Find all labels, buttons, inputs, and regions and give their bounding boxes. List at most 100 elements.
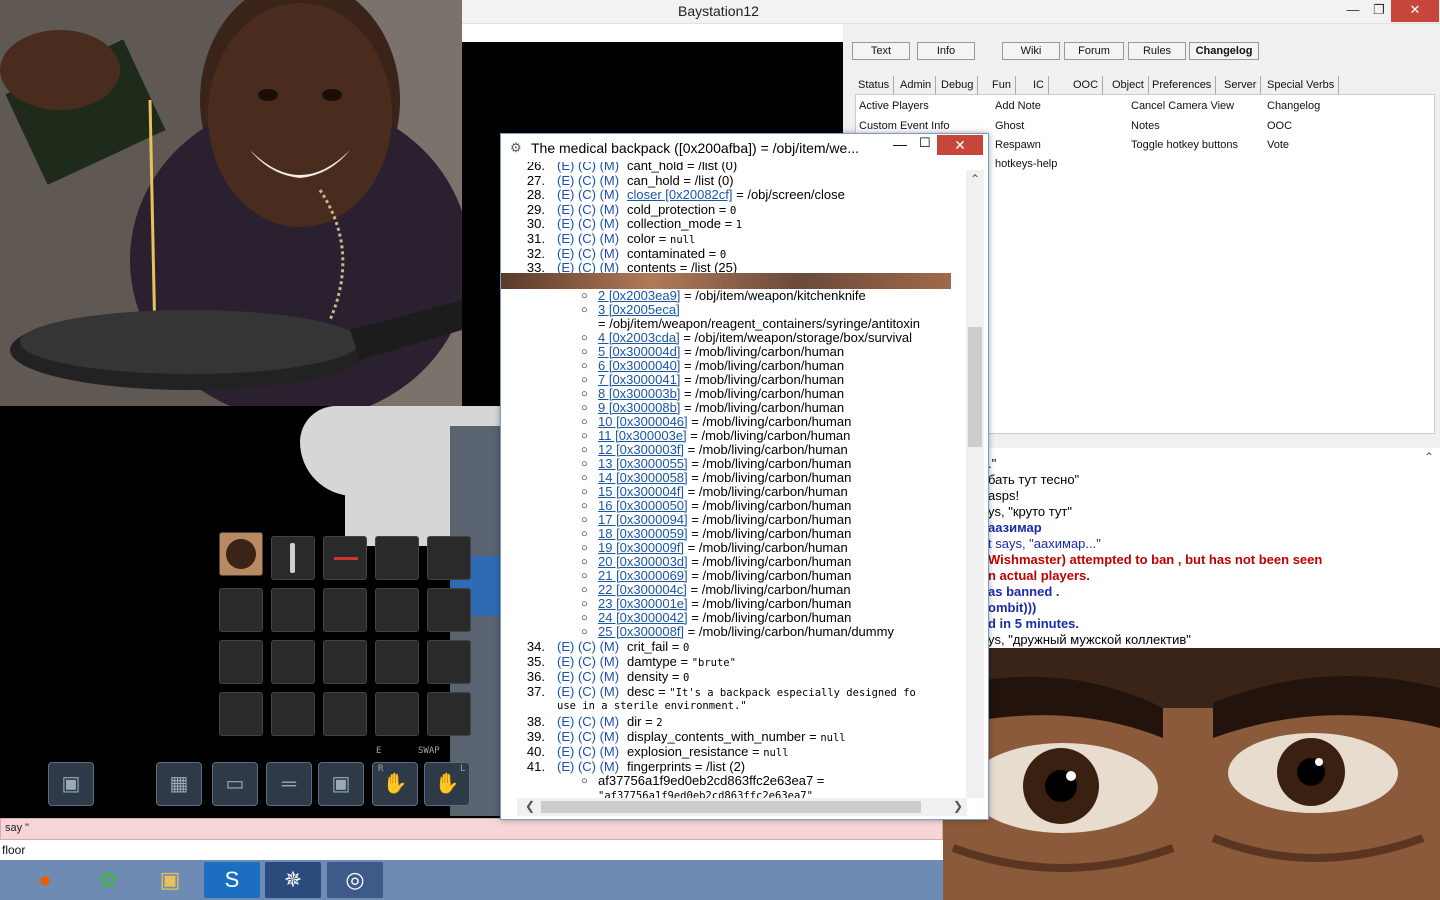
- vv-ref-link[interactable]: 16 [0x3000050]: [598, 498, 688, 513]
- verb-tab-server[interactable]: Server: [1220, 76, 1262, 94]
- verb-ghost[interactable]: Ghost: [995, 120, 1024, 132]
- inventory-slot[interactable]: [427, 588, 471, 632]
- vv-edit-call-mass-links[interactable]: (E) (C) (M): [557, 639, 619, 654]
- verb-ooc[interactable]: OOC: [1267, 120, 1292, 132]
- vv-ref-link[interactable]: 25 [0x300008f]: [598, 624, 684, 639]
- verb-tab-fun[interactable]: Fun: [988, 76, 1016, 94]
- vv-ref-link[interactable]: 11 [0x300003e]: [598, 428, 687, 443]
- vv-hscroll-thumb[interactable]: [541, 801, 921, 813]
- back-slot-button[interactable]: ▣: [318, 762, 364, 806]
- vv-ref-link[interactable]: 5 [0x300004d]: [598, 344, 680, 359]
- verb-cancel-camera-view[interactable]: Cancel Camera View: [1131, 100, 1234, 112]
- verb-tab-admin[interactable]: Admin: [896, 76, 937, 94]
- vv-edit-call-mass-links[interactable]: (E) (C) (M): [557, 246, 619, 261]
- inventory-slot[interactable]: [375, 692, 419, 736]
- vv-ref-link[interactable]: 3 [0x2005eca]: [598, 302, 680, 317]
- vv-ref-link[interactable]: 13 [0x3000055]: [598, 456, 688, 471]
- vv-edit-call-mass-links[interactable]: (E) (C) (M): [557, 202, 619, 217]
- verb-vote[interactable]: Vote: [1267, 139, 1289, 151]
- vv-edit-call-mass-links[interactable]: (E) (C) (M): [557, 759, 619, 774]
- vv-ref-link[interactable]: 24 [0x3000042]: [598, 610, 688, 625]
- inventory-slot-knife[interactable]: [271, 536, 315, 580]
- inventory-slot[interactable]: [323, 640, 367, 684]
- vv-ref-link[interactable]: 19 [0x300009f]: [598, 540, 684, 555]
- inventory-slot[interactable]: [323, 588, 367, 632]
- verb-tab-debug[interactable]: Debug: [937, 76, 979, 94]
- verb-tab-object[interactable]: Object: [1108, 76, 1149, 94]
- vv-maximize-button[interactable]: ☐: [919, 135, 931, 151]
- vv-scroll-thumb[interactable]: [968, 327, 982, 447]
- tab-text[interactable]: Text: [852, 42, 910, 60]
- vv-edit-call-mass-links[interactable]: (E) (C) (M): [557, 729, 619, 744]
- verb-respawn[interactable]: Respawn: [995, 139, 1041, 151]
- vv-edit-call-mass-links[interactable]: (E) (C) (M): [557, 216, 619, 231]
- inventory-slot[interactable]: [427, 692, 471, 736]
- verb-notes[interactable]: Notes: [1131, 120, 1160, 132]
- suit-slot-button[interactable]: ▦: [156, 762, 202, 806]
- inventory-slot[interactable]: [271, 588, 315, 632]
- vv-edit-call-mass-links[interactable]: (E) (C) (M): [557, 669, 619, 684]
- vv-vertical-scrollbar[interactable]: ⌃: [966, 170, 984, 798]
- game-viewport[interactable]: ▣ ▦ ▭ ═ ▣ ✋ ✋ E SWAP R L: [0, 406, 500, 818]
- vv-ref-link[interactable]: 15 [0x300004f]: [598, 484, 684, 499]
- scroll-left-arrow-icon[interactable]: ❮: [525, 799, 535, 813]
- verb-tab-ooc[interactable]: OOC: [1069, 76, 1104, 94]
- inventory-slot[interactable]: [219, 588, 263, 632]
- vv-ref-link[interactable]: 22 [0x300004c]: [598, 582, 687, 597]
- id-slot-button[interactable]: ▭: [212, 762, 258, 806]
- vv-horizontal-scrollbar[interactable]: ❮ ❯: [517, 798, 967, 816]
- inventory-slot[interactable]: [271, 640, 315, 684]
- inventory-slot[interactable]: [375, 588, 419, 632]
- tab-info[interactable]: Info: [917, 42, 975, 60]
- close-button[interactable]: ✕: [1391, 0, 1439, 22]
- verb-hotkeys-help[interactable]: hotkeys-help: [995, 158, 1057, 170]
- vv-edit-call-mass-links[interactable]: (E) (C) (M): [557, 231, 619, 246]
- taskbar-ss13-button[interactable]: ◎: [327, 862, 383, 898]
- tab-wiki[interactable]: Wiki: [1002, 42, 1060, 60]
- vv-edit-call-mass-links[interactable]: (E) (C) (M): [557, 187, 619, 202]
- vv-ref-link[interactable]: 17 [0x3000094]: [598, 512, 688, 527]
- variable-viewer-window[interactable]: ⚙ The medical backpack ([0x200afba]) = /…: [500, 133, 989, 820]
- verb-toggle-hotkey-buttons[interactable]: Toggle hotkey buttons: [1131, 139, 1238, 151]
- inventory-slot[interactable]: [219, 640, 263, 684]
- scroll-right-arrow-icon[interactable]: ❯: [953, 799, 963, 813]
- tab-forum[interactable]: Forum: [1064, 42, 1124, 60]
- vv-edit-call-mass-links[interactable]: (E) (C) (M): [557, 162, 619, 173]
- inventory-slot[interactable]: [323, 692, 367, 736]
- verb-active-players[interactable]: Active Players: [859, 100, 929, 112]
- command-input[interactable]: say ": [0, 818, 943, 840]
- taskbar-firefox-button[interactable]: ●: [17, 862, 73, 898]
- vv-ref-link[interactable]: 23 [0x300001e]: [598, 596, 688, 611]
- vv-ref-link[interactable]: 8 [0x300003b]: [598, 386, 680, 401]
- vv-edit-call-mass-links[interactable]: (E) (C) (M): [557, 654, 619, 669]
- verb-changelog[interactable]: Changelog: [1267, 100, 1320, 112]
- vv-ref-link[interactable]: 4 [0x2003cda]: [598, 330, 680, 345]
- verb-tab-special-verbs[interactable]: Special Verbs: [1263, 76, 1340, 94]
- vv-ref-link[interactable]: 12 [0x300003f]: [598, 442, 684, 457]
- verb-custom-event-info[interactable]: Custom Event Info: [859, 120, 950, 132]
- vv-ref-link[interactable]: 7 [0x3000041]: [598, 372, 680, 387]
- inventory-slot[interactable]: [271, 692, 315, 736]
- vv-ref-link[interactable]: 9 [0x300008b]: [598, 400, 680, 415]
- inventory-slot[interactable]: [375, 536, 419, 580]
- inventory-slot[interactable]: [427, 640, 471, 684]
- vv-edit-call-mass-links[interactable]: (E) (C) (M): [557, 714, 619, 729]
- chat-output[interactable]: ⌃ ." бать тут тесно" asps! ys, "круто тут" а…: [943, 448, 1440, 648]
- vv-ref-link[interactable]: 10 [0x3000046]: [598, 414, 688, 429]
- verb-add-note[interactable]: Add Note: [995, 100, 1041, 112]
- vv-variable-name[interactable]: closer [0x20082cf]: [627, 187, 733, 202]
- inventory-slot[interactable]: [219, 692, 263, 736]
- vv-ref-link[interactable]: 2 [0x2003ea9]: [598, 288, 680, 303]
- vv-minimize-button[interactable]: —: [893, 136, 907, 152]
- scroll-up-arrow-icon[interactable]: ⌃: [970, 172, 980, 186]
- taskbar-icq-button[interactable]: ✿: [80, 862, 136, 898]
- taskbar-skype-button[interactable]: S: [204, 862, 260, 898]
- verb-tab-ic[interactable]: IC: [1029, 76, 1049, 94]
- vv-close-button[interactable]: ✕: [937, 135, 983, 155]
- vv-ref-link[interactable]: 6 [0x3000040]: [598, 358, 680, 373]
- tab-changelog[interactable]: Changelog: [1189, 42, 1259, 60]
- scroll-up-arrow-icon[interactable]: ⌃: [1424, 450, 1434, 464]
- swap-hands-button[interactable]: SWAP: [418, 746, 440, 756]
- vv-ref-link[interactable]: 18 [0x3000059]: [598, 526, 688, 541]
- taskbar-byond-button[interactable]: ✵: [265, 862, 321, 898]
